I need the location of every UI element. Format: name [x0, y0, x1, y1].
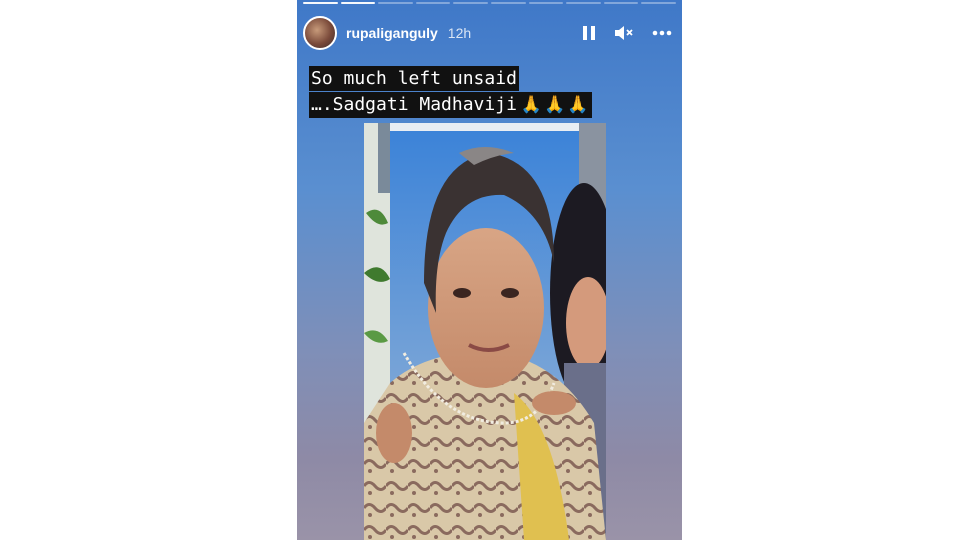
story-header: rupaliganguly 12h: [303, 14, 672, 52]
story-progress-bar: [303, 2, 676, 4]
folded-hands-emoji: 🙏🙏🙏: [520, 95, 591, 115]
caption-line-1: So much left unsaid: [309, 66, 519, 91]
pause-icon[interactable]: [582, 25, 596, 41]
post-time: 12h: [447, 25, 472, 41]
progress-segment: [641, 2, 676, 4]
story-caption: So much left unsaid ….Sadgati Madhaviji 🙏…: [309, 66, 593, 118]
username[interactable]: rupaliganguly: [346, 25, 438, 41]
more-options-icon[interactable]: [652, 30, 672, 36]
progress-segment: [566, 2, 601, 4]
progress-segment: [453, 2, 488, 4]
progress-segment: [490, 2, 526, 4]
progress-segment: [340, 2, 376, 4]
progress-segment: [378, 2, 413, 4]
progress-segment: [303, 2, 338, 4]
speaker-muted-icon[interactable]: [614, 25, 634, 41]
story-photo: [364, 123, 606, 540]
caption-line-2: ….Sadgati Madhaviji 🙏🙏🙏: [309, 92, 593, 118]
story-controls: [582, 25, 672, 41]
caption-line-2-text: ….Sadgati Madhaviji: [311, 94, 517, 115]
photo-illustration: [364, 123, 606, 540]
progress-segment: [603, 2, 639, 4]
avatar[interactable]: [303, 16, 337, 50]
progress-segment: [528, 2, 564, 4]
progress-segment: [415, 2, 451, 4]
